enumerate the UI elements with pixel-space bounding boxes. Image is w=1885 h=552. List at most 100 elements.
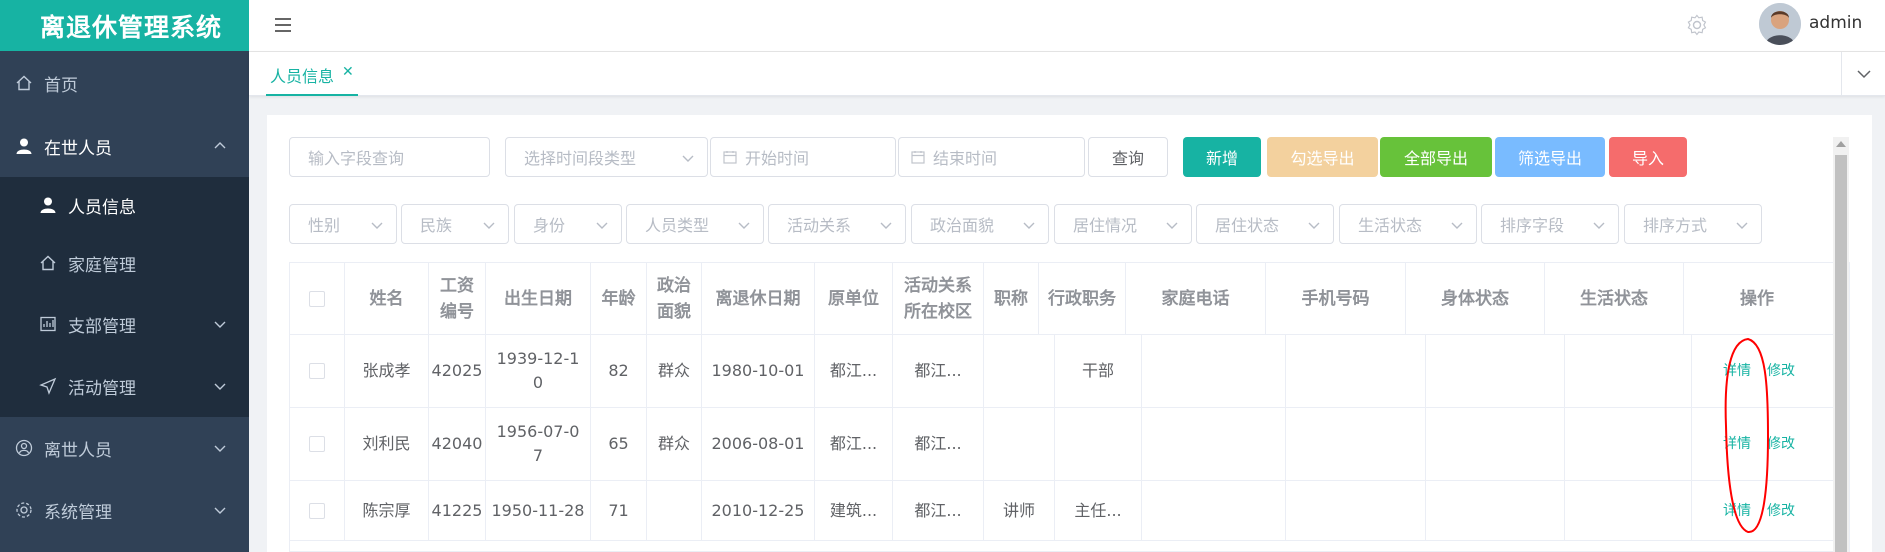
cell-life-status [1565,335,1692,407]
export-filtered-button[interactable]: 筛选导出 [1495,137,1605,177]
select-activity-relation[interactable]: 活动关系 [768,204,906,244]
select-person-type[interactable]: 人员类型 [626,204,764,244]
cell-retire-date: 1980-10-01 [702,335,815,407]
row-checkbox[interactable] [309,363,325,379]
sidebar-item-home[interactable]: 首页 [0,51,249,115]
table-header: 姓名 工资 编号 出生日期 年龄 政治 面貌 离退休日期 原单位 活动关系 所在… [290,263,1849,335]
edit-link[interactable]: 修改 [1767,359,1795,383]
select-life-status[interactable]: 生活状态 [1339,204,1477,244]
user-icon [14,136,34,156]
col-actions: 操作 [1740,289,1774,309]
sidebar-item-system[interactable]: 系统管理 [0,479,249,541]
sidebar-item-family[interactable]: 家庭管理 [0,233,249,293]
cell-admin-post [1055,408,1142,480]
export-all-button[interactable]: 全部导出 [1380,137,1492,177]
detail-link[interactable]: 详情 [1723,359,1751,383]
export-checked-button[interactable]: 勾选导出 [1267,137,1378,177]
sidebar-item-activity[interactable]: 活动管理 [0,355,249,417]
cell-original-unit: 都江... [815,335,893,407]
close-icon[interactable]: ✕ [342,64,354,80]
cell-health [1426,481,1565,540]
sidebar-item-label: 家庭管理 [68,255,136,276]
import-button[interactable]: 导入 [1609,137,1687,177]
scrollbar-thumb[interactable] [1835,155,1847,552]
cell-birth-date: 1950-11-28 [486,481,591,540]
select-living-situation[interactable]: 居住情况 [1054,204,1192,244]
sidebar-item-branch[interactable]: 支部管理 [0,293,249,355]
select-sort-order[interactable]: 排序方式 [1624,204,1762,244]
vertical-scrollbar[interactable] [1833,137,1849,552]
detail-link[interactable]: 详情 [1723,432,1751,456]
sidebar-item-label: 活动管理 [68,378,136,399]
hamburger-icon[interactable] [273,15,293,35]
start-date-picker[interactable]: 开始时间 [710,137,896,177]
cell-age: 71 [591,481,647,540]
cell-home-phone [1142,408,1286,480]
cell-salary-no: 42040 [429,408,486,480]
detail-link[interactable]: 详情 [1723,499,1751,523]
select-ethnicity[interactable]: 民族 [401,204,509,244]
chevron-down-icon [1308,222,1320,229]
cell-political: 群众 [647,408,702,480]
edit-link[interactable]: 修改 [1767,432,1795,456]
select-political-status[interactable]: 政治面貌 [911,204,1049,244]
sidebar-item-label: 系统管理 [44,502,112,523]
cell-mobile [1286,481,1426,540]
username[interactable]: admin [1809,13,1862,33]
sidebar-item-label: 支部管理 [68,316,136,337]
col-title: 职称 [984,263,1039,335]
chevron-down-icon [214,383,226,390]
select-living-status[interactable]: 居住状态 [1196,204,1334,244]
select-all-cell [290,263,345,335]
query-button[interactable]: 查询 [1088,137,1168,177]
chevron-down-icon [1593,222,1605,229]
cell-original-unit: 都江... [815,408,893,480]
chevron-down-icon [214,445,226,452]
date-placeholder: 结束时间 [933,149,998,168]
row-checkbox[interactable] [309,436,325,452]
chevron-down-icon [1451,222,1463,229]
main-card: 输入字段查询 选择时间段类型 开始时间 结束时间 查询 新增 勾选导出 全部导出… [267,115,1872,552]
sidebar-item-person-info[interactable]: 人员信息 [0,177,249,233]
cell-campus: 都江... [893,408,984,480]
tags-view-bar: 人员信息 ✕ [249,52,1885,96]
chevron-down-icon [214,321,226,328]
row-checkbox[interactable] [309,502,325,519]
gear-icon[interactable] [1686,14,1708,36]
sidebar: 离退休管理系统 首页 在世人员 人员信息 家庭管理 支部管理 活动管理 离世人员… [0,0,249,552]
app-logo-title: 离退休管理系统 [0,0,249,51]
cell-health [1426,408,1565,480]
select-sort-field[interactable]: 排序字段 [1481,204,1619,244]
cell-age: 65 [591,408,647,480]
time-type-select[interactable]: 选择时间段类型 [505,137,708,177]
tab-person-info[interactable]: 人员信息 ✕ [266,63,358,96]
home-icon [38,253,58,273]
col-campus: 活动关系 所在校区 [893,263,984,335]
cell-salary-no: 41225 [429,481,486,540]
chevron-down-icon [483,222,495,229]
select-gender[interactable]: 性别 [289,204,397,244]
select-placeholder: 政治面貌 [930,216,995,235]
sidebar-item-living[interactable]: 在世人员 [0,115,249,177]
select-placeholder: 人员类型 [645,216,710,235]
sidebar-item-deceased[interactable]: 离世人员 [0,417,249,479]
cell-name: 张成孝 [345,335,429,407]
select-all-checkbox[interactable] [309,291,325,307]
tags-dropdown-toggle[interactable] [1841,52,1885,96]
col-birth-date: 出生日期 [486,263,591,335]
select-placeholder: 民族 [420,216,453,235]
top-header: admin [249,0,1885,52]
sidebar-item-label: 在世人员 [44,138,112,159]
avatar[interactable] [1759,3,1801,45]
select-identity[interactable]: 身份 [514,204,622,244]
end-date-picker[interactable]: 结束时间 [898,137,1085,177]
col-admin-post: 行政职务 [1039,263,1126,335]
search-input[interactable]: 输入字段查询 [289,137,490,177]
scroll-up-arrow-icon[interactable] [1836,141,1846,147]
tab-label: 人员信息 [270,67,335,86]
edit-link[interactable]: 修改 [1767,499,1795,523]
cell-political [647,481,702,540]
table-row: 陈宗厚 41225 1950-11-28 71 2010-12-25 建筑...… [290,481,1849,541]
add-button[interactable]: 新增 [1183,137,1261,177]
chevron-up-icon [214,142,226,149]
